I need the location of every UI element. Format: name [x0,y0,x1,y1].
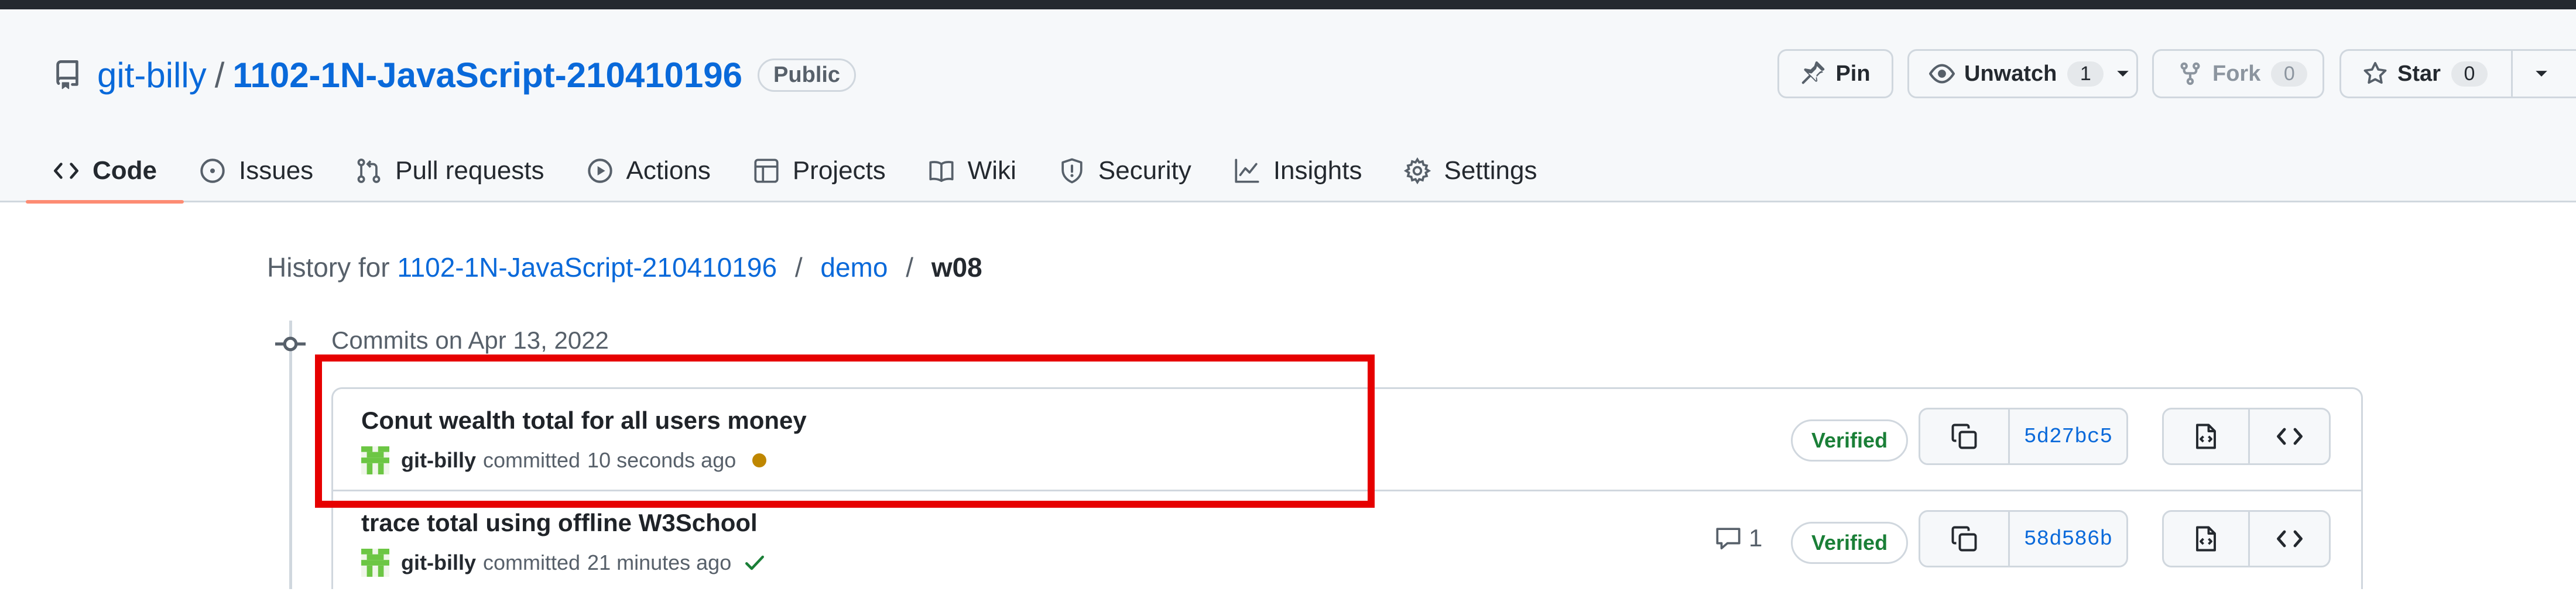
tab-label: Security [1098,156,1191,185]
star-count: 0 [2451,61,2488,87]
commit-author-link[interactable]: git-billy [401,550,476,575]
commit-meta: git-billy committed 21 minutes ago [361,549,766,577]
git-commit-icon [275,336,306,352]
browse-button-group [2162,408,2331,465]
fork-icon [2180,62,2200,85]
repo-owner-link[interactable]: git-billy [97,55,207,95]
tab-label: Projects [792,156,886,185]
chevron-down-icon[interactable] [2534,66,2549,81]
tab-label: Wiki [967,156,1016,185]
pull-request-icon [357,159,381,183]
commit-action: committed [483,550,581,574]
sha-button-group: 5d27bc5 [1919,408,2128,465]
browse-button-group [2162,510,2331,567]
annotation-highlight-box [315,354,1375,508]
breadcrumb-separator: / [794,252,803,283]
top-dark-bar [0,0,2576,9]
avatar[interactable] [361,549,389,577]
breadcrumb-current: w08 [931,252,982,283]
watch-count: 1 [2067,61,2104,87]
breadcrumb-separator: / [906,252,914,283]
shield-icon [1061,158,1083,184]
code-icon [54,163,78,179]
repo-icon [56,60,78,90]
commit-sha-link[interactable]: 58d586b [2008,512,2126,566]
file-code-icon [2196,526,2216,552]
view-file-at-commit-button[interactable] [2164,512,2248,566]
tab-code[interactable]: Code [26,139,184,204]
repo-nav-tabs: Code Issues Pull requests Actions Projec… [26,139,1579,204]
tab-wiki[interactable]: Wiki [928,139,1016,202]
unwatch-button[interactable]: Unwatch 1 [1907,49,2138,98]
commits-date-heading: Commits on Apr 13, 2022 [331,326,609,354]
star-label: Star [2397,61,2441,86]
copy-sha-button[interactable] [1920,409,2008,463]
pin-label: Pin [1835,61,1871,86]
tab-label: Insights [1273,156,1362,185]
verified-badge[interactable]: Verified [1791,419,1909,462]
table-icon [754,159,779,183]
view-file-at-commit-button[interactable] [2164,409,2248,463]
star-dropdown-divider [2510,49,2513,98]
breadcrumb: History for 1102-1N-JavaScript-210410196… [267,252,982,283]
commit-timeline-line [289,321,292,589]
fork-label: Fork [2212,61,2261,86]
repo-title: git-billy / 1102-1N-JavaScript-210410196… [53,51,857,98]
star-button[interactable]: Star 0 [2339,49,2576,98]
book-icon [929,161,954,183]
fork-button[interactable]: Fork 0 [2152,49,2324,98]
tab-pull-requests[interactable]: Pull requests [355,139,544,202]
eye-icon [1929,64,1955,84]
pin-button[interactable]: Pin [1777,49,1893,98]
repo-header: git-billy / 1102-1N-JavaScript-210410196… [0,9,2576,204]
unwatch-label: Unwatch [1964,61,2057,86]
tab-label: Code [93,156,157,185]
commit-message-link[interactable]: trace total using offline W3School [361,509,758,537]
tab-label: Settings [1444,156,1537,185]
code-icon [2276,428,2303,445]
tab-settings[interactable]: Settings [1404,139,1537,202]
comments-link[interactable]: 1 [1715,524,1762,552]
comment-count: 1 [1749,524,1763,552]
verified-badge[interactable]: Verified [1791,522,1909,564]
browse-repo-at-commit-button[interactable] [2248,409,2329,463]
star-icon [2363,61,2387,84]
commit-sha: 5d27bc5 [2023,424,2113,449]
repo-name-link[interactable]: 1102-1N-JavaScript-210410196 [232,55,742,95]
tab-label: Pull requests [395,156,544,185]
tab-label: Issues [239,156,314,185]
breadcrumb-repo-link[interactable]: 1102-1N-JavaScript-210410196 [397,252,777,283]
chevron-down-icon[interactable] [2115,66,2130,81]
tab-security[interactable]: Security [1059,139,1191,202]
visibility-badge: Public [758,58,857,92]
breadcrumb-folder-link[interactable]: demo [820,252,888,283]
issue-icon [200,159,225,183]
tab-insights[interactable]: Insights [1234,139,1362,202]
commit-sha: 58d586b [2023,526,2113,551]
browse-repo-at-commit-button[interactable] [2248,512,2329,566]
check-icon[interactable] [743,551,766,574]
comment-icon [1716,528,1741,550]
breadcrumb-prefix: History for [267,252,390,283]
commit-time: 21 minutes ago [587,550,732,574]
play-icon [587,159,612,183]
tab-label: Actions [626,156,711,185]
tab-actions[interactable]: Actions [587,139,711,202]
file-code-icon [2196,424,2216,449]
tab-issues[interactable]: Issues [199,139,313,202]
fork-count: 0 [2271,61,2308,87]
copy-icon [1951,526,1977,552]
pin-icon [1802,61,1825,84]
copy-sha-button[interactable] [1920,512,2008,566]
gear-icon [1404,157,1431,184]
repo-title-separator: / [214,55,225,95]
graph-icon [1235,159,1259,183]
copy-icon [1951,424,1977,449]
code-icon [2276,530,2303,548]
sha-button-group: 58d586b [1919,510,2128,567]
tab-projects[interactable]: Projects [753,139,886,202]
commit-sha-link[interactable]: 5d27bc5 [2008,409,2126,463]
